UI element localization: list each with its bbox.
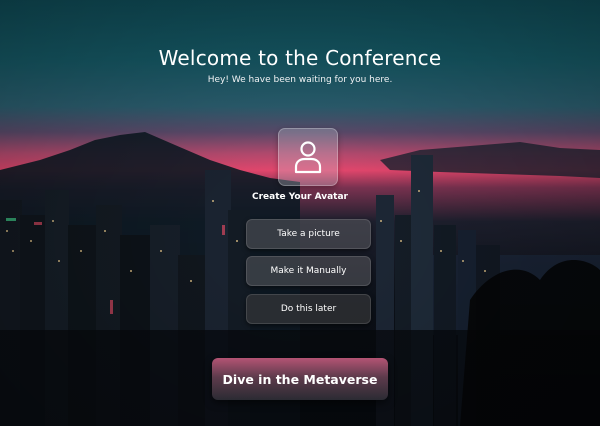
dive-metaverse-button[interactable]: Dive in the Metaverse — [212, 358, 388, 400]
page-title: Welcome to the Conference — [158, 46, 442, 70]
do-later-button[interactable]: Do this later — [246, 294, 371, 324]
create-avatar-label: Create Your Avatar — [251, 192, 348, 202]
user-icon — [294, 141, 322, 174]
conference-welcome-screen: Welcome to the Conference Hey! We have b… — [0, 0, 600, 426]
avatar-button[interactable] — [278, 128, 338, 186]
page-subtitle: Hey! We have been waiting for you here. — [207, 75, 393, 85]
make-manually-button[interactable]: Make it Manually — [246, 256, 371, 286]
take-picture-button[interactable]: Take a picture — [246, 219, 371, 249]
